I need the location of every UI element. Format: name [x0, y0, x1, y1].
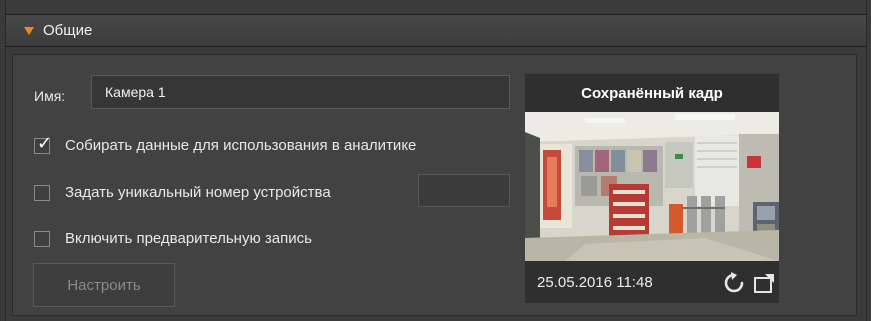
section-header-general[interactable]: Общие — [6, 14, 866, 47]
unique-number-checkbox[interactable] — [34, 184, 50, 201]
name-label: Имя: — [34, 88, 66, 104]
collapse-triangle-icon[interactable] — [24, 26, 34, 35]
option-prerecord[interactable]: Включить предварительную запись — [34, 230, 312, 247]
saved-frame-title: Сохранённый кадр — [581, 84, 723, 102]
prerecord-checkbox[interactable] — [34, 230, 50, 247]
unique-number-label: Задать уникальный номер устройства — [65, 184, 331, 201]
analytics-label: Собирать данные для использования в анал… — [65, 137, 417, 154]
analytics-checkbox[interactable]: ✓ — [34, 134, 52, 154]
camera-snapshot — [525, 112, 779, 261]
frame-timestamp: 25.05.2016 11:48 — [537, 273, 653, 291]
configure-button[interactable]: Настроить — [33, 263, 175, 307]
option-unique-number[interactable]: Задать уникальный номер устройства — [34, 184, 331, 201]
refresh-icon[interactable] — [723, 272, 745, 299]
section-title: Общие — [43, 22, 93, 39]
checkmark-icon: ✓ — [37, 132, 53, 153]
option-analytics[interactable]: ✓ Собирать данные для использования в ан… — [34, 134, 417, 154]
window-expand-icon[interactable] — [753, 272, 775, 299]
name-input[interactable] — [91, 75, 510, 109]
unique-number-input[interactable] — [418, 174, 510, 207]
prerecord-label: Включить предварительную запись — [65, 230, 312, 247]
saved-frame-footer: 25.05.2016 11:48 — [525, 261, 779, 303]
saved-frame-panel: Сохранённый кадр 25.05.2016 11:48 — [525, 74, 779, 303]
